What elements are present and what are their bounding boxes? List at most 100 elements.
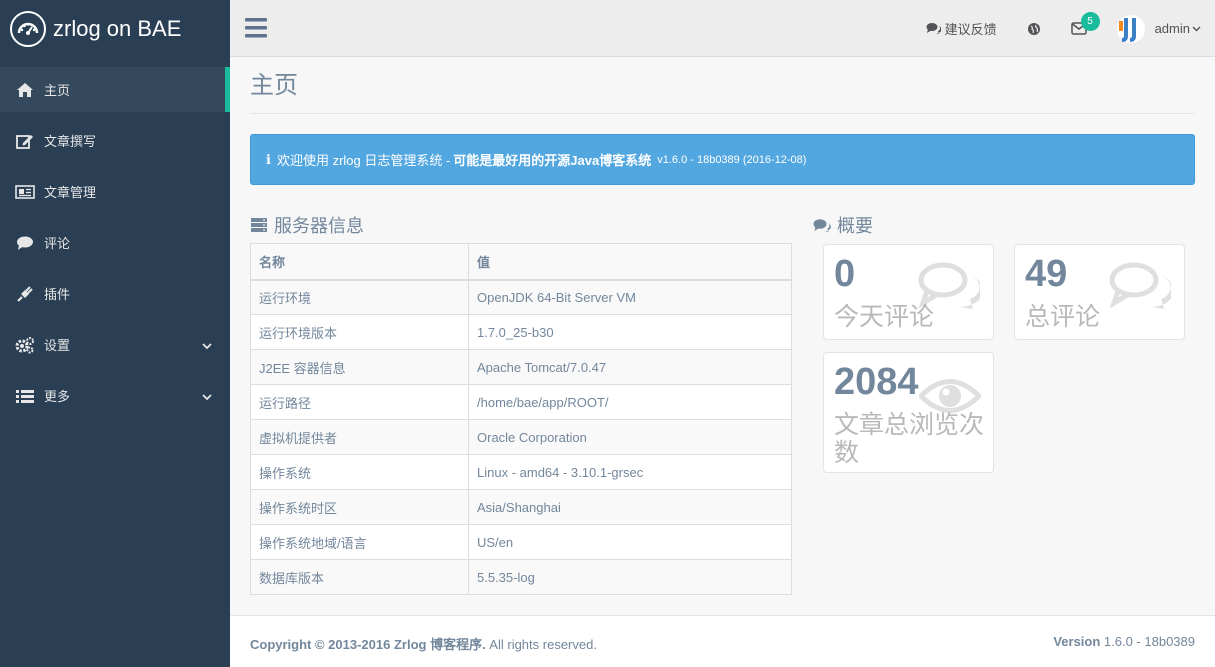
table-cell-value: Linux - amd64 - 3.10.1-grsec [468, 454, 792, 490]
table-cell-name: 操作系统 [250, 454, 469, 490]
stat-value: 0 [834, 253, 856, 295]
edit-icon [14, 131, 36, 151]
newspaper-icon [14, 182, 36, 202]
brand[interactable]: zrlog on BAE [0, 0, 230, 57]
sidebar-item-label: 文章管理 [44, 185, 97, 200]
table-row: 虚拟机提供者 Oracle Corporation [250, 419, 792, 455]
copyright-bold: Copyright © 2013-2016 Zrlog 博客程序. [250, 637, 486, 652]
table-cell-value: 1.7.0_25-b30 [468, 314, 792, 350]
stat-label: 今天评论 [834, 303, 935, 331]
sidebar-nav: 主页 文章撰写 文章管理 评论 插件 设置 更多 [0, 67, 230, 418]
chevron-down-icon [1192, 25, 1201, 32]
table-cell-name: 运行环境 [250, 279, 469, 315]
table-cell-value: US/en [468, 524, 792, 560]
alert-text: 欢迎使用 zrlog 日志管理系统 - [276, 153, 451, 168]
alert-bold-text: 可能是最好用的开源Java博客系统 [453, 153, 652, 168]
sidebar-item-label: 评论 [44, 236, 71, 251]
page-title: 主页 [250, 72, 298, 99]
table-row: 操作系统 Linux - amd64 - 3.10.1-grsec [250, 454, 792, 490]
table-row: 数据库版本 5.5.35-log [250, 559, 792, 595]
sidebar: zrlog on BAE 主页 文章撰写 文章管理 评论 插件 设置 更多 [0, 0, 230, 667]
menu-toggle-icon[interactable] [245, 17, 267, 39]
table-row: 操作系统地域/语言 US/en [250, 524, 792, 560]
globe-button[interactable] [1027, 22, 1041, 36]
table-cell-value: /home/bae/app/ROOT/ [468, 384, 792, 420]
sidebar-item-home[interactable]: 主页 [0, 67, 230, 112]
sidebar-item-more[interactable]: 更多 [0, 373, 230, 418]
table-cell-name: 运行路径 [250, 384, 469, 420]
comments-icon [926, 22, 941, 35]
chevron-down-icon [202, 389, 212, 404]
chevron-down-icon [202, 338, 212, 353]
footer-version: Version 1.6.0 - 18b0389 [1053, 634, 1195, 649]
stat-label: 总评论 [1025, 303, 1101, 331]
table-cell-name: J2EE 容器信息 [250, 349, 469, 385]
table-header-row: 名称 值 [250, 243, 792, 281]
table-cell-name: 操作系统地域/语言 [250, 524, 469, 560]
version-label: Version [1053, 634, 1101, 649]
table-cell-value: 5.5.35-log [468, 559, 792, 595]
stat-total-comments: 49 总评论 [1014, 244, 1185, 340]
sidebar-item-label: 主页 [44, 83, 71, 98]
table-cell-value: Oracle Corporation [468, 419, 792, 455]
sidebar-item-label: 更多 [44, 389, 71, 404]
comments-icon [813, 218, 837, 233]
plug-icon [14, 284, 36, 304]
comment-icon [14, 233, 36, 253]
overview-label: 概要 [837, 216, 873, 236]
server-info-title: 服务器信息 [250, 212, 364, 238]
footer: Copyright © 2013-2016 Zrlog 博客程序. All ri… [230, 615, 1215, 667]
sidebar-item-label: 设置 [44, 338, 71, 353]
avatar [1116, 14, 1145, 43]
table-cell-value: Asia/Shanghai [468, 489, 792, 525]
list-icon [14, 386, 36, 406]
overview-title: 概要 [813, 212, 873, 238]
stat-value: 2084 [834, 361, 919, 403]
stat-total-views: 2084 文章总浏览次数 [823, 352, 994, 473]
sidebar-item-comments[interactable]: 评论 [0, 220, 230, 265]
alert-version: v1.6.0 - 18b0389 (2016-12-08) [657, 153, 807, 166]
table-cell-name: 虚拟机提供者 [250, 419, 469, 455]
main-content: 主页 ℹ 欢迎使用 zrlog 日志管理系统 - 可能是最好用的开源Java博客… [230, 57, 1215, 615]
sidebar-item-write[interactable]: 文章撰写 [0, 118, 230, 163]
column-header-name: 名称 [250, 243, 469, 281]
welcome-alert: ℹ 欢迎使用 zrlog 日志管理系统 - 可能是最好用的开源Java博客系统 … [250, 134, 1195, 185]
sidebar-item-articles[interactable]: 文章管理 [0, 169, 230, 214]
column-header-value: 值 [468, 243, 792, 281]
version-value: 1.6.0 - 18b0389 [1100, 634, 1195, 649]
table-row: 操作系统时区 Asia/Shanghai [250, 489, 792, 525]
table-cell-name: 数据库版本 [250, 559, 469, 595]
sidebar-item-plugins[interactable]: 插件 [0, 271, 230, 316]
home-icon [14, 80, 36, 100]
feedback-label: 建议反馈 [944, 22, 997, 37]
stat-today-comments: 0 今天评论 [823, 244, 994, 340]
sidebar-item-label: 插件 [44, 287, 71, 302]
dashboard-icon [10, 10, 46, 47]
user-label: admin [1154, 21, 1190, 36]
brand-title: zrlog on BAE [53, 15, 182, 41]
top-navbar: 建议反馈 5 admin [230, 0, 1215, 57]
comments-icon [1109, 261, 1174, 314]
messages-button[interactable]: 5 [1070, 12, 1100, 35]
table-row: 运行环境版本 1.7.0_25-b30 [250, 314, 792, 350]
server-info-table: 名称 值 运行环境 OpenJDK 64-Bit Server VM 运行环境版本… [250, 243, 792, 595]
table-row: J2EE 容器信息 Apache Tomcat/7.0.47 [250, 349, 792, 385]
table-cell-name: 操作系统时区 [250, 489, 469, 525]
sidebar-item-settings[interactable]: 设置 [0, 322, 230, 367]
feedback-link[interactable]: 建议反馈 [926, 19, 997, 38]
table-row: 运行环境 OpenJDK 64-Bit Server VM [250, 279, 792, 315]
user-menu[interactable]: admin [1116, 14, 1201, 43]
info-icon: ℹ [266, 151, 271, 167]
stat-value: 49 [1025, 253, 1068, 295]
sidebar-item-label: 文章撰写 [44, 134, 97, 149]
stat-label: 文章总浏览次数 [834, 411, 985, 467]
cogs-icon [14, 335, 36, 355]
server-icon [250, 217, 274, 233]
table-cell-name: 运行环境版本 [250, 314, 469, 350]
server-info-label: 服务器信息 [274, 216, 364, 236]
table-row: 运行路径/home/bae/app/ROOT/ [250, 384, 792, 420]
top-right-menu: 建议反馈 5 admin [926, 0, 1201, 57]
copyright-rest: All rights reserved. [485, 637, 597, 652]
messages-badge: 5 [1080, 12, 1100, 31]
table-cell-value: Apache Tomcat/7.0.47 [468, 349, 792, 385]
